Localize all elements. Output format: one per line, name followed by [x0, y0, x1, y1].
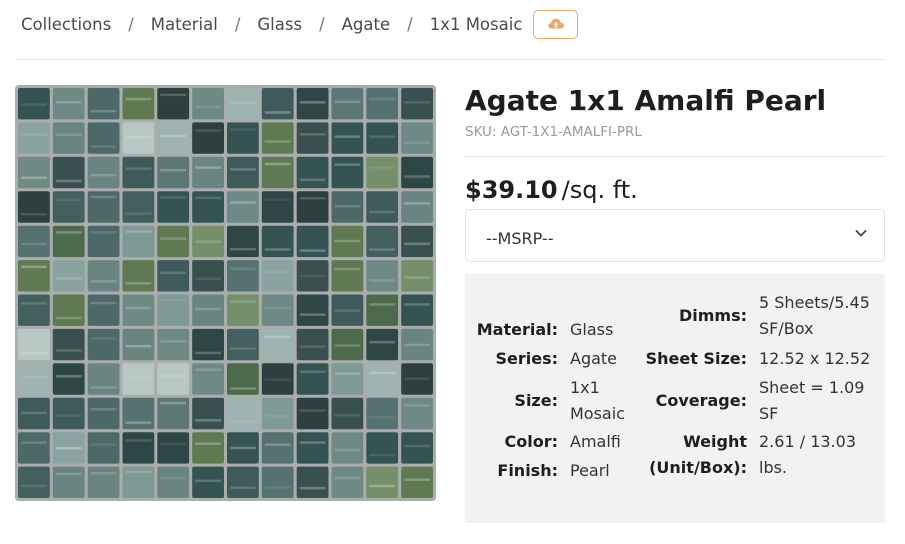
- breadcrumb: Collections / Material / Glass / Agate /…: [21, 9, 579, 39]
- breadcrumb-separator: /: [407, 14, 413, 34]
- spec-label: Sheet Size:: [645, 349, 747, 368]
- breadcrumb-current: 1x1 Mosaic: [429, 14, 523, 34]
- spec-table: Material: Glass Series: Agate Size: 1x1 …: [465, 274, 885, 523]
- download-button[interactable]: [533, 9, 579, 39]
- breadcrumb-agate[interactable]: Agate: [342, 15, 391, 34]
- spec-dimms: Dimms: 5 Sheets/5.45 SF/Box: [630, 290, 871, 342]
- breadcrumb-separator: /: [319, 14, 325, 34]
- product-sku: SKU: AGT-1X1-AMALFI-PRL: [465, 124, 642, 140]
- spec-label: Color:: [504, 432, 559, 451]
- spec-value: 2.61 / 13.03 lbs.: [759, 432, 856, 477]
- spec-value: Sheet = 1.09 SF: [759, 378, 865, 423]
- product-price: $39.10/sq. ft.: [465, 176, 638, 204]
- spec-label: Weight (Unit/Box):: [649, 432, 747, 477]
- product-title: Agate 1x1 Amalfi Pearl: [465, 84, 827, 117]
- chevron-down-icon: [855, 229, 867, 237]
- cloud-upload-icon: [548, 18, 564, 29]
- spec-sheet-size: Sheet Size: 12.52 x 12.52: [630, 346, 871, 372]
- spec-color: Color: Amalfi: [469, 429, 640, 455]
- spec-size: Size: 1x1 Mosaic: [469, 375, 640, 427]
- msrp-select-value: --MSRP--: [486, 229, 554, 248]
- msrp-select[interactable]: --MSRP--: [465, 209, 885, 262]
- spec-weight: Weight (Unit/Box): 2.61 / 13.03 lbs.: [630, 429, 871, 481]
- price-amount: $39.10: [465, 176, 558, 204]
- breadcrumb-collections[interactable]: Collections: [21, 15, 111, 34]
- divider: [465, 156, 885, 157]
- spec-label: Coverage:: [655, 391, 747, 410]
- product-image[interactable]: [15, 85, 436, 501]
- breadcrumb-separator: /: [234, 14, 241, 34]
- spec-value: 5 Sheets/5.45 SF/Box: [759, 293, 870, 338]
- breadcrumb-material[interactable]: Material: [151, 15, 218, 34]
- mosaic-tile-image: [15, 85, 436, 501]
- spec-series: Series: Agate: [469, 346, 640, 372]
- spec-material: Material: Glass: [469, 317, 640, 343]
- spec-label: Finish:: [497, 461, 558, 480]
- spec-coverage: Coverage: Sheet = 1.09 SF: [630, 375, 871, 427]
- spec-label: Size:: [514, 391, 558, 410]
- breadcrumb-glass[interactable]: Glass: [257, 15, 302, 34]
- spec-value: 12.52 x 12.52: [759, 349, 871, 368]
- price-unit: /sq. ft.: [561, 176, 638, 204]
- spec-label: Dimms:: [678, 306, 747, 325]
- divider: [16, 59, 885, 60]
- spec-label: Series:: [495, 349, 558, 368]
- spec-label: Material:: [476, 320, 558, 339]
- breadcrumb-separator: /: [128, 14, 134, 34]
- spec-finish: Finish: Pearl: [469, 458, 640, 484]
